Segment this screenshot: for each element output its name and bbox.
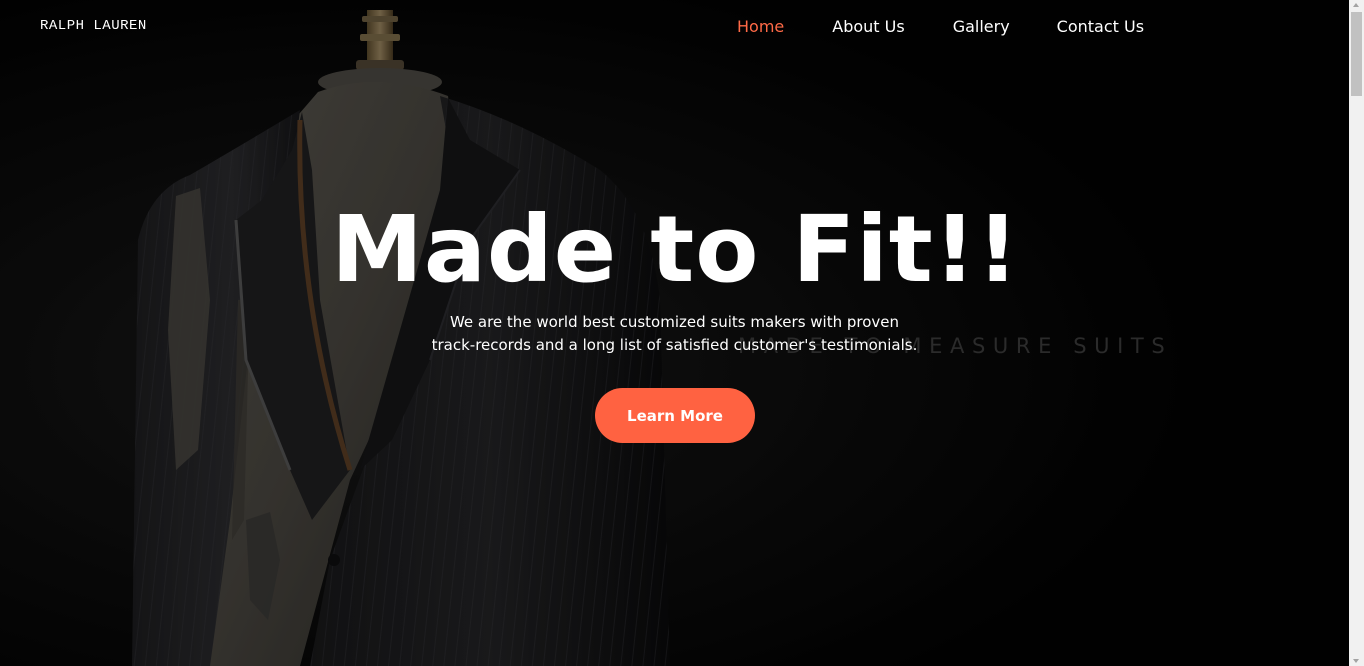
nav-item-gallery[interactable]: Gallery <box>953 16 1010 38</box>
hero-subtitle-line-1: We are the world best customized suits m… <box>449 313 900 331</box>
scroll-up-arrow-icon[interactable] <box>1353 3 1359 7</box>
scroll-down-arrow-icon[interactable] <box>1353 659 1359 663</box>
scrollbar-thumb[interactable] <box>1351 12 1362 96</box>
nav-item-home[interactable]: Home <box>737 16 784 38</box>
nav-item-contact-us[interactable]: Contact Us <box>1057 16 1144 38</box>
landing-page: MADE TO MEASURE SUITS RALPH LAUREN Home … <box>0 0 1364 666</box>
page-scrollbar[interactable] <box>1349 0 1364 666</box>
brand-logo[interactable]: RALPH LAUREN <box>40 18 147 34</box>
hero-subtitle-line-2: track-records and a long list of satisfi… <box>431 336 918 354</box>
learn-more-button[interactable]: Learn More <box>595 388 755 443</box>
nav-item-about-us[interactable]: About Us <box>832 16 904 38</box>
hero-title: Made to Fit!! <box>331 196 1020 303</box>
main-nav: Home About Us Gallery Contact Us <box>737 16 1144 38</box>
hero-subtitle: We are the world best customized suits m… <box>408 311 941 357</box>
